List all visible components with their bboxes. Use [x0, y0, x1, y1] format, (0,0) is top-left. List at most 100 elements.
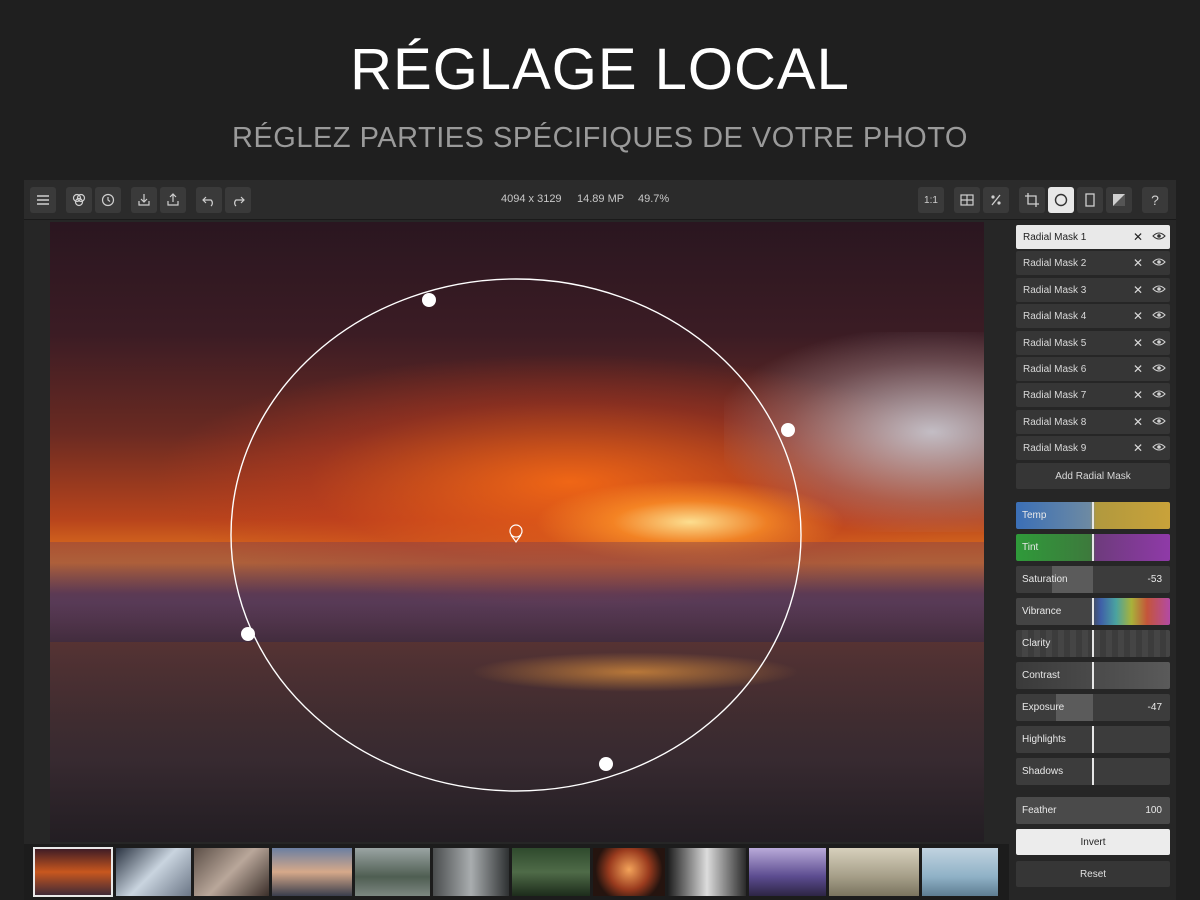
mask-label: Radial Mask 4: [1023, 310, 1087, 322]
delete-mask-icon[interactable]: ✕: [1128, 309, 1148, 323]
canvas-area: [24, 220, 1009, 844]
feather-label: Feather: [1022, 805, 1057, 816]
filters-icon[interactable]: [66, 187, 92, 213]
visibility-eye-icon[interactable]: [1148, 389, 1170, 402]
mask-handle-bottom[interactable]: [599, 757, 613, 771]
mask-label: Radial Mask 8: [1023, 416, 1087, 428]
filmstrip-thumb[interactable]: [512, 848, 590, 896]
delete-mask-icon[interactable]: ✕: [1128, 336, 1148, 350]
undo-icon[interactable]: [196, 187, 222, 213]
mask-list-item[interactable]: Radial Mask 8 ✕: [1016, 410, 1170, 434]
temp-slider[interactable]: Temp: [1016, 502, 1170, 529]
mask-list-item[interactable]: Radial Mask 2 ✕: [1016, 251, 1170, 275]
image-megapixels: 14.89 MP: [577, 193, 625, 205]
saturation-slider[interactable]: Saturation -53: [1016, 566, 1170, 593]
gradient-mask-icon[interactable]: [1106, 187, 1132, 213]
add-radial-mask-button[interactable]: Add Radial Mask: [1016, 463, 1170, 489]
delete-mask-icon[interactable]: ✕: [1128, 256, 1148, 270]
feather-value: 100: [1145, 805, 1162, 816]
filmstrip-thumb[interactable]: [922, 848, 998, 896]
highlights-slider[interactable]: Highlights: [1016, 726, 1170, 753]
tint-slider[interactable]: Tint: [1016, 534, 1170, 561]
radial-mask-overlay[interactable]: [50, 222, 984, 842]
saturation-label: Saturation: [1022, 574, 1068, 585]
delete-mask-icon[interactable]: ✕: [1128, 283, 1148, 297]
mask-list-item[interactable]: Radial Mask 1 ✕: [1016, 225, 1170, 249]
import-icon[interactable]: [131, 187, 157, 213]
highlights-handle[interactable]: [1092, 726, 1094, 753]
percent-icon[interactable]: [983, 187, 1009, 213]
visibility-eye-icon[interactable]: [1148, 337, 1170, 350]
delete-mask-icon[interactable]: ✕: [1128, 362, 1148, 376]
visibility-eye-icon[interactable]: [1148, 363, 1170, 376]
mask-label: Radial Mask 5: [1023, 337, 1087, 349]
mask-label: Radial Mask 3: [1023, 284, 1087, 296]
mask-label: Radial Mask 2: [1023, 257, 1087, 269]
tint-handle[interactable]: [1092, 534, 1094, 561]
visibility-eye-icon[interactable]: [1148, 416, 1170, 429]
mask-list-item[interactable]: Radial Mask 3 ✕: [1016, 278, 1170, 302]
mask-list-item[interactable]: Radial Mask 9 ✕: [1016, 436, 1170, 460]
radial-mask-icon[interactable]: [1048, 187, 1074, 213]
delete-mask-icon[interactable]: ✕: [1128, 441, 1148, 455]
vibrance-slider[interactable]: Vibrance: [1016, 598, 1170, 625]
temp-handle[interactable]: [1092, 502, 1094, 529]
mask-handle-right[interactable]: [781, 423, 795, 437]
vibrance-label: Vibrance: [1022, 606, 1062, 617]
shadows-handle[interactable]: [1092, 758, 1094, 785]
feather-slider[interactable]: Feather 100: [1016, 797, 1170, 824]
visibility-eye-icon[interactable]: [1148, 257, 1170, 270]
filmstrip-thumb[interactable]: [33, 847, 113, 897]
filmstrip-thumb[interactable]: [272, 848, 352, 896]
clarity-slider[interactable]: Clarity: [1016, 630, 1170, 657]
filmstrip-thumb[interactable]: [116, 848, 191, 896]
mask-list-item[interactable]: Radial Mask 6 ✕: [1016, 357, 1170, 381]
clarity-handle[interactable]: [1092, 630, 1094, 657]
actual-size-button[interactable]: 1:1: [918, 187, 944, 213]
filmstrip-thumb[interactable]: [593, 848, 665, 896]
filmstrip-thumb[interactable]: [668, 848, 746, 896]
invert-button[interactable]: Invert: [1016, 829, 1170, 855]
crop-icon[interactable]: [1019, 187, 1045, 213]
photo-canvas[interactable]: [50, 222, 984, 842]
delete-mask-icon[interactable]: ✕: [1128, 230, 1148, 244]
mask-handle-top[interactable]: [422, 293, 436, 307]
filmstrip-thumb[interactable]: [194, 848, 269, 896]
menu-icon[interactable]: [30, 187, 56, 213]
vibrance-handle[interactable]: [1092, 598, 1094, 625]
export-icon[interactable]: [160, 187, 186, 213]
delete-mask-icon[interactable]: ✕: [1128, 415, 1148, 429]
mask-list-item[interactable]: Radial Mask 7 ✕: [1016, 383, 1170, 407]
filmstrip-thumb[interactable]: [829, 848, 919, 896]
visibility-eye-icon[interactable]: [1148, 442, 1170, 455]
visibility-eye-icon[interactable]: [1148, 231, 1170, 244]
redo-icon[interactable]: [225, 187, 251, 213]
tint-label: Tint: [1022, 542, 1039, 553]
exposure-label: Exposure: [1022, 702, 1065, 713]
hero-title: RÉGLAGE LOCAL: [350, 37, 850, 102]
reset-button[interactable]: Reset: [1016, 861, 1170, 887]
delete-mask-icon[interactable]: ✕: [1128, 388, 1148, 402]
vignette-icon[interactable]: [1077, 187, 1103, 213]
visibility-eye-icon[interactable]: [1148, 310, 1170, 323]
history-icon[interactable]: [95, 187, 121, 213]
contrast-slider[interactable]: Contrast: [1016, 662, 1170, 689]
mask-list-item[interactable]: Radial Mask 5 ✕: [1016, 331, 1170, 355]
mask-handle-left[interactable]: [241, 627, 255, 641]
visibility-eye-icon[interactable]: [1148, 284, 1170, 297]
mask-center-pin-icon[interactable]: [509, 524, 523, 544]
exposure-slider[interactable]: Exposure -47: [1016, 694, 1170, 721]
contrast-handle[interactable]: [1092, 662, 1094, 689]
filmstrip-thumb[interactable]: [355, 848, 430, 896]
filmstrip-thumb[interactable]: [433, 848, 509, 896]
mask-list-item[interactable]: Radial Mask 4 ✕: [1016, 304, 1170, 328]
shadows-slider[interactable]: Shadows: [1016, 758, 1170, 785]
compare-icon[interactable]: [954, 187, 980, 213]
toolbar: 4094 x 3129 14.89 MP 49.7% 1:1 ?: [24, 180, 1176, 220]
mask-label: Radial Mask 9: [1023, 442, 1087, 454]
exposure-value: -47: [1147, 702, 1162, 713]
temp-label: Temp: [1022, 510, 1047, 521]
help-button[interactable]: ?: [1142, 187, 1168, 213]
filmstrip-thumb[interactable]: [749, 848, 826, 896]
radial-mask-ellipse[interactable]: [230, 278, 802, 792]
